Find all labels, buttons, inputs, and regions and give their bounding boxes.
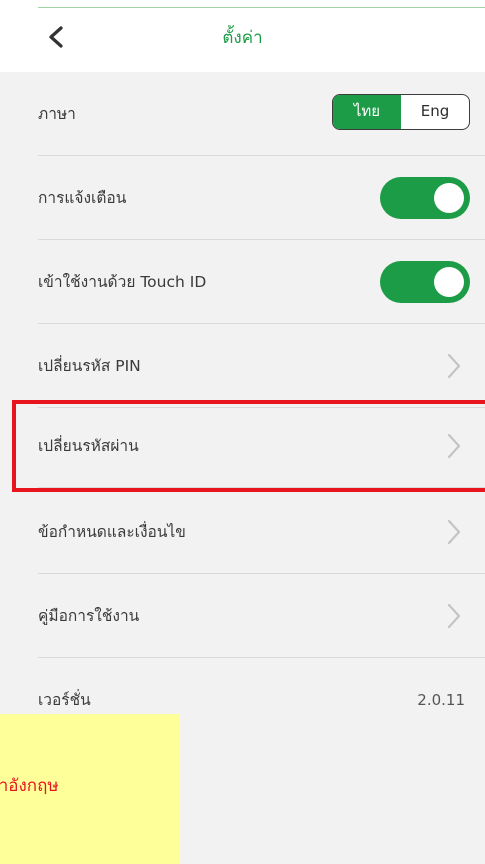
- annotation-note-label: าษาอังกฤษ: [0, 776, 59, 796]
- notifications-row: การแจ้งเตือน: [0, 156, 485, 240]
- settings-screen: ตั้งค่า ภาษา ไทย Eng การแจ้งเตือน เข้าใช…: [0, 0, 485, 864]
- touch-id-switch[interactable]: [380, 261, 470, 303]
- language-toggle[interactable]: ไทย Eng: [332, 94, 470, 130]
- chevron-right-icon: [447, 519, 461, 545]
- manual-row[interactable]: คู่มือการใช้งาน: [0, 574, 485, 658]
- touch-id-row: เข้าใช้งานด้วย Touch ID: [0, 240, 485, 324]
- notifications-switch[interactable]: [380, 177, 470, 219]
- manual-label: คู่มือการใช้งาน: [38, 607, 140, 625]
- header-top-line: [38, 7, 485, 8]
- switch-knob: [434, 183, 464, 213]
- notifications-label: การแจ้งเตือน: [38, 189, 127, 207]
- language-option-thai[interactable]: ไทย: [333, 95, 401, 129]
- version-value: 2.0.11: [417, 691, 465, 709]
- language-option-english[interactable]: Eng: [401, 95, 469, 129]
- chevron-right-icon: [447, 353, 461, 379]
- highlight-box: [12, 400, 485, 492]
- touch-id-label: เข้าใช้งานด้วย Touch ID: [38, 273, 207, 291]
- annotation-note-text: าษาอังกฤษ: [0, 774, 180, 798]
- header-bar: ตั้งค่า: [0, 0, 485, 72]
- switch-knob: [434, 267, 464, 297]
- annotation-note: าษาอังกฤษ: [0, 714, 180, 864]
- terms-label: ข้อกำหนดและเงื่อนไข: [38, 523, 186, 541]
- terms-row[interactable]: ข้อกำหนดและเงื่อนไข: [0, 490, 485, 574]
- language-row: ภาษา ไทย Eng: [0, 72, 485, 156]
- page-title: ตั้งค่า: [222, 28, 263, 48]
- chevron-right-icon: [447, 603, 461, 629]
- change-pin-row[interactable]: เปลี่ยนรหัส PIN: [0, 324, 485, 408]
- change-pin-label: เปลี่ยนรหัส PIN: [38, 357, 141, 375]
- language-label: ภาษา: [38, 105, 76, 123]
